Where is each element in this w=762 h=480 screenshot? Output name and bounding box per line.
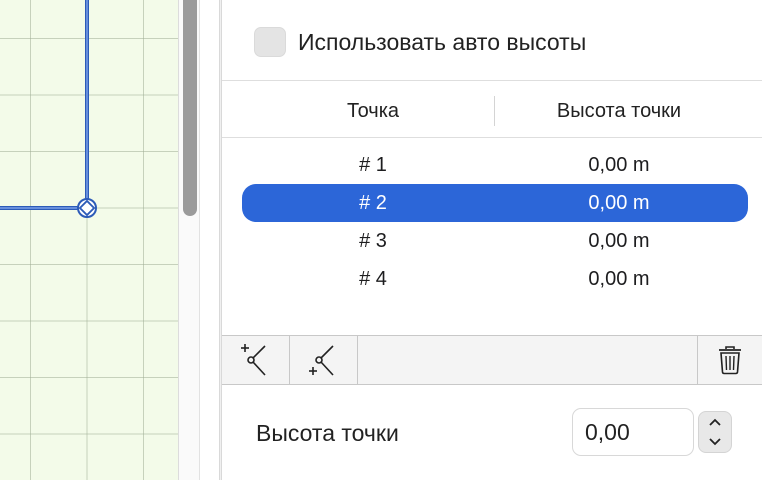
table-row[interactable]: # 3 0,00 m bbox=[242, 222, 748, 260]
delete-point-button[interactable] bbox=[698, 336, 762, 384]
stepper-down-button[interactable] bbox=[699, 432, 731, 452]
height-cell: 0,00 m bbox=[588, 192, 650, 214]
drawing-canvas[interactable] bbox=[0, 0, 178, 480]
point-cell: # 2 bbox=[359, 192, 387, 214]
chevron-down-icon bbox=[709, 438, 721, 446]
column-header-point[interactable]: Точка bbox=[262, 88, 484, 134]
point-cell: # 4 bbox=[359, 268, 387, 290]
point-height-stepper[interactable] bbox=[698, 411, 732, 453]
auto-heights-checkbox[interactable] bbox=[254, 27, 286, 57]
height-cell: 0,00 m bbox=[588, 154, 650, 176]
separator bbox=[222, 80, 762, 81]
scrollbar-thumb[interactable] bbox=[183, 0, 197, 216]
inspector-panel: Использовать авто высоты Точка Высота то… bbox=[222, 0, 762, 480]
path-vertex-handle[interactable] bbox=[77, 198, 97, 218]
point-cell: # 1 bbox=[359, 154, 387, 176]
trash-icon bbox=[719, 346, 741, 375]
point-height-label: Высота точки bbox=[256, 420, 399, 446]
auto-heights-label: Использовать авто высоты bbox=[298, 28, 587, 55]
height-cell: 0,00 m bbox=[588, 230, 650, 252]
table-row[interactable]: # 1 0,00 m bbox=[242, 146, 748, 184]
points-table-body: # 1 0,00 m # 2 0,00 m # 3 0,00 m # 4 0,0… bbox=[242, 146, 748, 298]
table-row[interactable]: # 4 0,00 m bbox=[242, 260, 748, 298]
column-header-height[interactable]: Высота точки bbox=[494, 88, 744, 134]
add-point-after-icon bbox=[308, 345, 334, 376]
separator bbox=[222, 137, 762, 138]
points-toolbar bbox=[222, 335, 762, 385]
chevron-up-icon bbox=[709, 418, 721, 426]
add-point-after-button[interactable] bbox=[290, 336, 358, 384]
stepper-up-button[interactable] bbox=[699, 412, 731, 432]
toolbar-spacer bbox=[358, 336, 698, 384]
auto-heights-option[interactable]: Использовать авто высоты bbox=[254, 26, 586, 58]
point-height-input[interactable] bbox=[572, 408, 694, 456]
table-row-selected[interactable]: # 2 0,00 m bbox=[242, 184, 748, 222]
height-cell: 0,00 m bbox=[588, 268, 650, 290]
path-drawing bbox=[0, 0, 97, 218]
canvas-scrollbar[interactable] bbox=[178, 0, 200, 480]
point-cell: # 3 bbox=[359, 230, 387, 252]
add-point-before-button[interactable] bbox=[222, 336, 290, 384]
add-point-before-icon bbox=[240, 344, 266, 376]
table-header: Точка Высота точки bbox=[222, 88, 762, 134]
